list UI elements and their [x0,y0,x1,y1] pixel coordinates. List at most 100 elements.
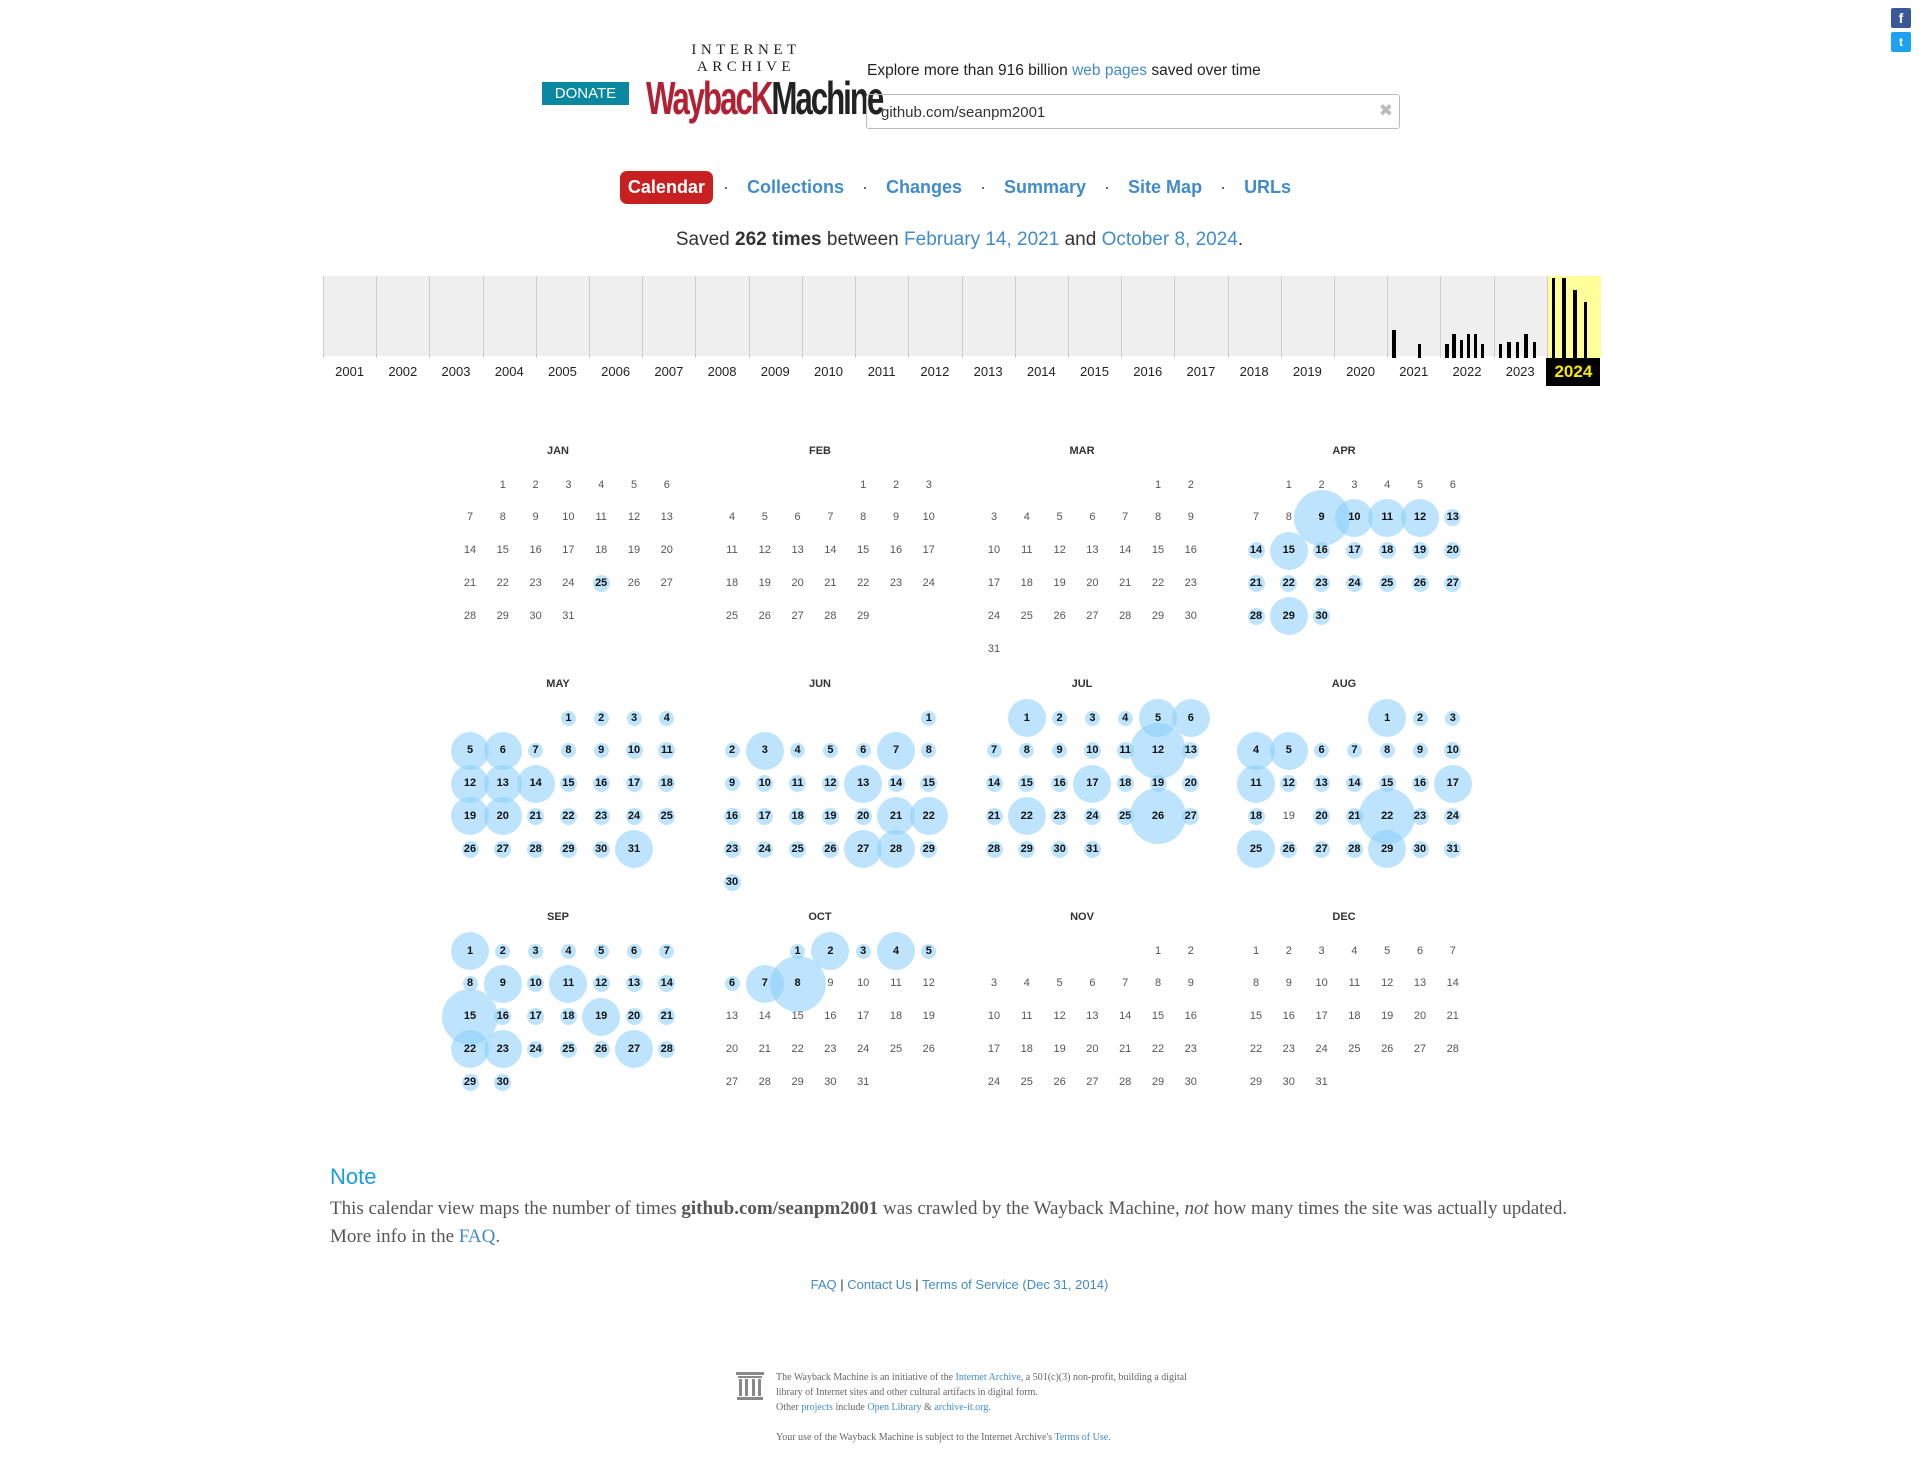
day-with-captures[interactable]: 11 [650,734,683,767]
day-with-captures[interactable]: 13 [1174,734,1207,767]
day-with-captures[interactable]: 12 [454,767,487,800]
day-with-captures[interactable]: 13 [847,767,880,800]
faq-note-link[interactable]: FAQ [459,1226,496,1247]
day-with-captures[interactable]: 21 [978,800,1011,833]
day-with-captures[interactable]: 17 [519,1000,552,1033]
year-label-2005[interactable]: 2005 [535,364,589,379]
day-with-captures[interactable]: 10 [748,767,781,800]
day-with-captures[interactable]: 1 [1371,702,1404,735]
year-label-2016[interactable]: 2016 [1121,364,1175,379]
day-with-captures[interactable]: 7 [880,734,913,767]
day-with-captures[interactable]: 8 [912,734,945,767]
facebook-icon[interactable]: f [1891,8,1911,28]
year-label-2021[interactable]: 2021 [1387,364,1441,379]
year-column-2012[interactable] [908,276,962,358]
tab-urls[interactable]: URLs [1236,171,1299,204]
archive-it-link[interactable]: archive-it.org [934,1402,988,1413]
projects-link[interactable]: projects [801,1402,833,1413]
day-with-captures[interactable]: 7 [978,734,1011,767]
day-with-captures[interactable]: 9 [486,967,519,1000]
day-with-captures[interactable]: 23 [716,833,749,866]
day-with-captures[interactable]: 25 [585,567,618,600]
year-label-2012[interactable]: 2012 [908,364,962,379]
day-with-captures[interactable]: 18 [1371,534,1404,567]
day-with-captures[interactable]: 4 [552,935,585,968]
day-with-captures[interactable]: 19 [585,1000,618,1033]
day-with-captures[interactable]: 16 [1043,767,1076,800]
day-with-captures[interactable]: 5 [814,734,847,767]
year-column-2003[interactable] [429,276,483,358]
day-with-captures[interactable]: 6 [618,935,651,968]
day-with-captures[interactable]: 28 [519,833,552,866]
year-label-2011[interactable]: 2011 [855,364,909,379]
day-with-captures[interactable]: 30 [1404,833,1437,866]
day-with-captures[interactable]: 24 [748,833,781,866]
day-with-captures[interactable]: 11 [552,967,585,1000]
year-column-2022[interactable] [1440,276,1494,358]
day-with-captures[interactable]: 22 [454,1033,487,1066]
last-capture-link[interactable]: October 8, 2024 [1102,229,1238,250]
day-with-captures[interactable]: 25 [1371,567,1404,600]
day-with-captures[interactable]: 5 [585,935,618,968]
day-with-captures[interactable]: 28 [1338,833,1371,866]
day-with-captures[interactable]: 18 [1109,767,1142,800]
day-with-captures[interactable]: 3 [1436,702,1469,735]
internet-archive-link[interactable]: Internet Archive [956,1372,1021,1383]
day-with-captures[interactable]: 30 [585,833,618,866]
day-with-captures[interactable]: 29 [552,833,585,866]
year-column-2004[interactable] [482,276,537,358]
twitter-icon[interactable]: t [1891,32,1911,52]
day-with-captures[interactable]: 1 [454,935,487,968]
day-with-captures[interactable]: 29 [1371,833,1404,866]
tab-site-map[interactable]: Site Map [1120,171,1210,204]
day-with-captures[interactable]: 23 [1404,800,1437,833]
year-label-2017[interactable]: 2017 [1174,364,1228,379]
year-column-2006[interactable] [589,276,643,358]
day-with-captures[interactable]: 22 [1371,800,1404,833]
day-with-captures[interactable]: 18 [552,1000,585,1033]
day-with-captures[interactable]: 28 [978,833,1011,866]
tab-collections[interactable]: Collections [739,171,852,204]
day-with-captures[interactable]: 27 [1174,800,1207,833]
day-with-captures[interactable]: 27 [1305,833,1338,866]
day-with-captures[interactable]: 21 [880,800,913,833]
day-with-captures[interactable]: 27 [1436,567,1469,600]
day-with-captures[interactable]: 31 [1076,833,1109,866]
day-with-captures[interactable]: 26 [1272,833,1305,866]
day-with-captures[interactable]: 30 [716,866,749,899]
year-column-2024[interactable] [1546,276,1601,358]
day-with-captures[interactable]: 20 [1305,800,1338,833]
day-with-captures[interactable]: 28 [650,1033,683,1066]
day-with-captures[interactable]: 2 [585,702,618,735]
day-with-captures[interactable]: 26 [585,1033,618,1066]
day-with-captures[interactable]: 30 [486,1066,519,1099]
day-with-captures[interactable]: 10 [1436,734,1469,767]
day-with-captures[interactable]: 28 [1240,600,1273,633]
year-label-2024[interactable]: 2024 [1546,358,1601,386]
day-with-captures[interactable]: 3 [847,935,880,968]
day-with-captures[interactable]: 29 [912,833,945,866]
day-with-captures[interactable]: 18 [650,767,683,800]
day-with-captures[interactable]: 3 [519,935,552,968]
day-with-captures[interactable]: 27 [847,833,880,866]
clear-icon[interactable]: ✖ [1379,101,1393,121]
year-column-2013[interactable] [961,276,1016,358]
tab-summary[interactable]: Summary [996,171,1094,204]
day-with-captures[interactable]: 25 [650,800,683,833]
day-with-captures[interactable]: 13 [486,767,519,800]
footer-tos-link[interactable]: Terms of Service (Dec 31, 2014) [922,1277,1108,1292]
day-with-captures[interactable]: 23 [585,800,618,833]
day-with-captures[interactable]: 15 [1272,534,1305,567]
day-with-captures[interactable]: 12 [1272,767,1305,800]
year-label-2022[interactable]: 2022 [1440,364,1494,379]
day-with-captures[interactable]: 10 [519,967,552,1000]
tab-changes[interactable]: Changes [878,171,970,204]
day-with-captures[interactable]: 27 [618,1033,651,1066]
day-with-captures[interactable]: 18 [781,800,814,833]
wayback-logo[interactable]: INTERNET ARCHIVE WaybacKMachine [646,42,884,121]
day-with-captures[interactable]: 28 [880,833,913,866]
year-label-2006[interactable]: 2006 [589,364,643,379]
day-with-captures[interactable]: 2 [814,935,847,968]
day-with-captures[interactable]: 6 [486,734,519,767]
day-with-captures[interactable]: 5 [912,935,945,968]
